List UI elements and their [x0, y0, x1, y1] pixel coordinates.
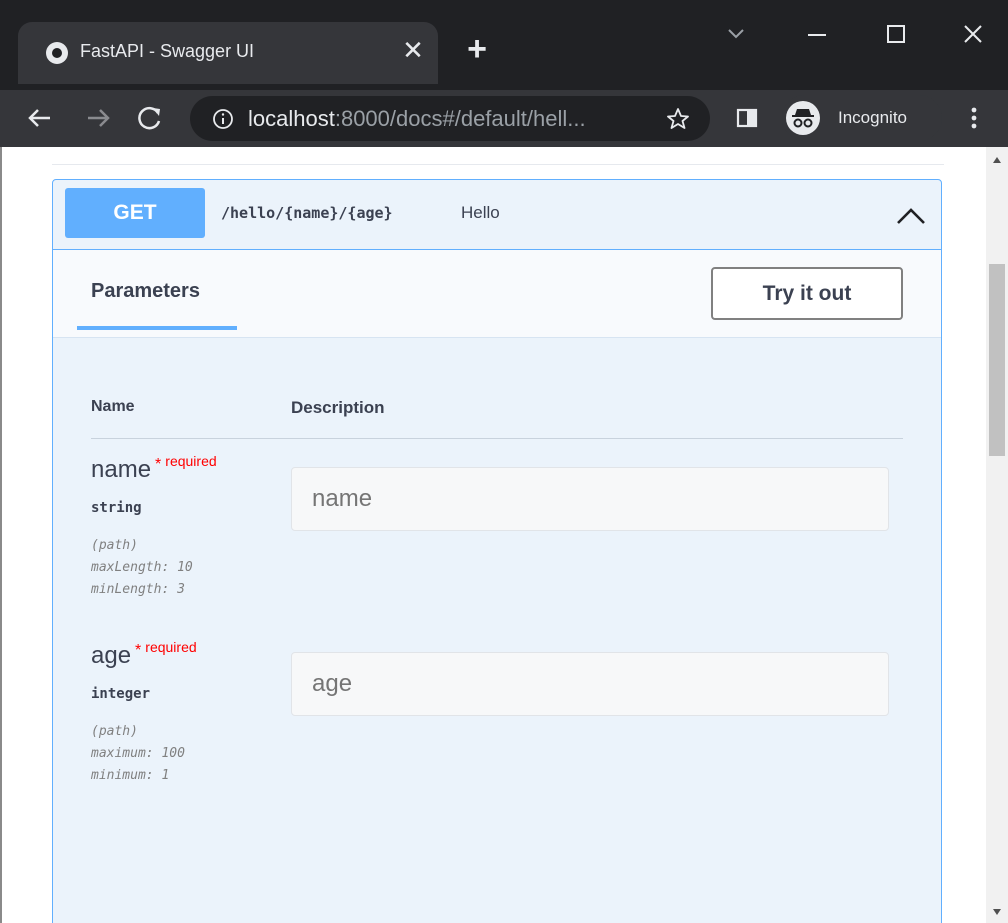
operation-description: Hello: [461, 203, 500, 222]
operation-summary[interactable]: GET /hello/{name}/{age} Hello: [53, 180, 941, 250]
parameters-header: Parameters Try it out: [53, 250, 941, 338]
parameter-name: name * required: [91, 453, 217, 484]
url-path: :8000/docs#/default/hell...: [334, 106, 586, 131]
scroll-up-icon[interactable]: [991, 153, 1003, 165]
divider: [52, 164, 944, 165]
scrollbar-thumb[interactable]: [989, 264, 1005, 456]
url-host: localhost: [248, 106, 335, 131]
scroll-down-icon[interactable]: [991, 905, 1003, 917]
tab-underline: [77, 326, 237, 330]
reload-icon[interactable]: [132, 100, 168, 136]
age-input[interactable]: [291, 652, 889, 716]
tab-strip: FastAPI - Swagger UI ✕ +: [0, 0, 1008, 90]
url-text[interactable]: localhost:8000/docs#/default/hell...: [248, 106, 586, 132]
incognito-indicator[interactable]: Incognito: [782, 95, 942, 141]
operation-block: GET /hello/{name}/{age} Hello Parameters…: [52, 179, 942, 923]
browser-toolbar: localhost:8000/docs#/default/hell... Inc…: [0, 90, 1008, 147]
chevron-down-icon[interactable]: [716, 18, 756, 52]
star-icon[interactable]: [665, 106, 691, 132]
parameter-row-name: name * required string (path) maxLength: 1…: [91, 453, 911, 616]
parameter-name: age * required: [91, 639, 197, 670]
parameter-constraint: maxLength: 10: [91, 560, 193, 575]
required-asterisk: *: [135, 642, 142, 659]
favicon-icon: [46, 42, 68, 64]
required-label: required: [165, 453, 217, 469]
column-header-description: Description: [291, 398, 385, 417]
address-bar[interactable]: localhost:8000/docs#/default/hell...: [190, 96, 710, 141]
page-content: GET /hello/{name}/{age} Hello Parameters…: [0, 147, 1008, 923]
back-icon[interactable]: [22, 100, 58, 136]
plus-icon[interactable]: +: [460, 32, 494, 68]
minimize-icon[interactable]: [797, 18, 837, 52]
incognito-label: Incognito: [838, 108, 907, 127]
incognito-icon: [786, 101, 820, 135]
info-icon[interactable]: [212, 108, 234, 130]
name-input[interactable]: [291, 467, 889, 531]
parameter-constraint: maximum: 100: [91, 746, 185, 761]
parameter-row-age: age * required integer (path) maximum: 100…: [91, 639, 911, 802]
kebab-menu-icon[interactable]: [962, 102, 986, 134]
parameter-type: integer: [91, 686, 151, 702]
required-label: required: [145, 639, 197, 655]
parameter-name-text: age: [91, 642, 132, 669]
browser-window: FastAPI - Swagger UI ✕ + localhost:8000/…: [0, 0, 1008, 923]
scrollbar[interactable]: [986, 147, 1008, 923]
parameter-constraint: minLength: 3: [91, 582, 185, 597]
operation-path: /hello/{name}/{age}: [221, 204, 393, 222]
table-divider: [91, 438, 903, 439]
forward-icon[interactable]: [80, 100, 116, 136]
maximize-icon[interactable]: [876, 18, 916, 52]
parameter-location: (path): [91, 538, 138, 553]
method-badge: GET: [65, 188, 205, 238]
try-it-out-button[interactable]: Try it out: [711, 267, 903, 320]
close-icon[interactable]: ✕: [398, 35, 428, 65]
parameter-type: string: [91, 500, 142, 516]
tab-parameters[interactable]: Parameters: [91, 280, 200, 303]
browser-tab[interactable]: FastAPI - Swagger UI ✕: [18, 22, 438, 84]
window-close-icon[interactable]: [953, 18, 993, 52]
column-header-name: Name: [91, 398, 135, 415]
parameter-name-text: name: [91, 456, 152, 483]
chevron-up-icon[interactable]: [893, 202, 929, 230]
parameter-location: (path): [91, 724, 138, 739]
required-asterisk: *: [155, 456, 162, 473]
side-panel-icon[interactable]: [735, 106, 759, 130]
tab-title: FastAPI - Swagger UI: [80, 41, 255, 61]
parameter-constraint: minimum: 1: [91, 768, 170, 783]
